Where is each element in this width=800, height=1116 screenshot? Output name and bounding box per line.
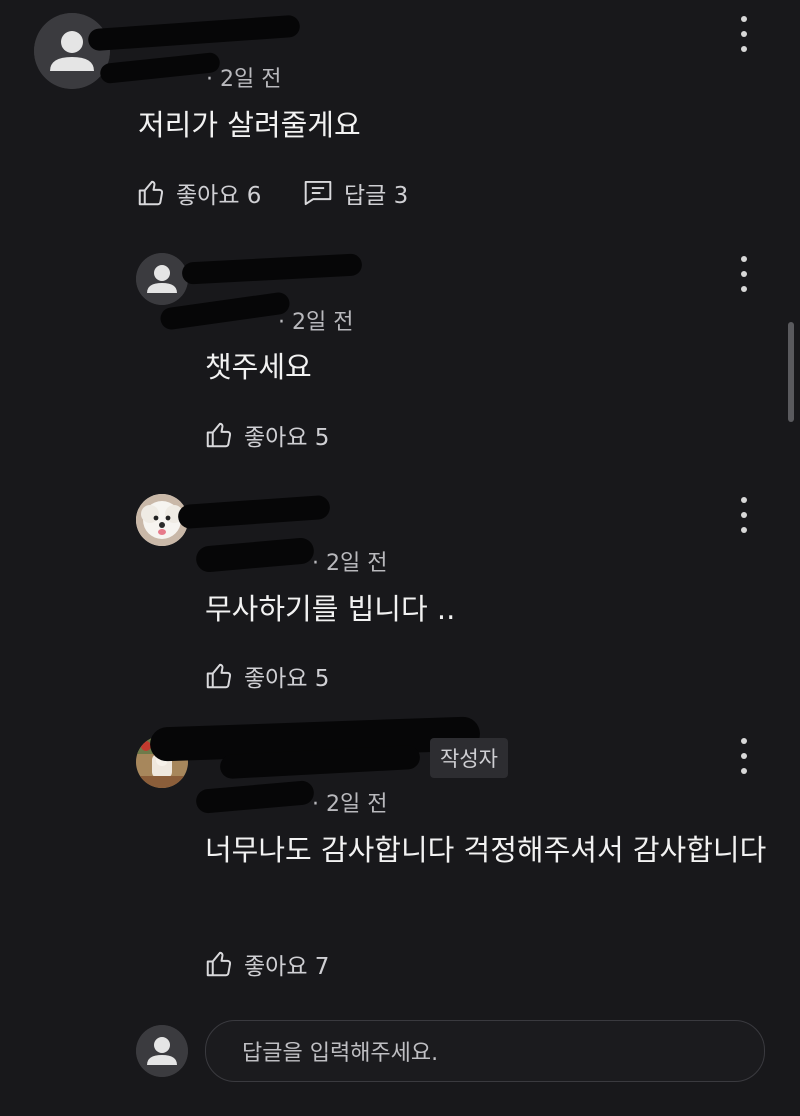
default-avatar-icon [34,13,110,89]
reply-more-button[interactable] [734,256,754,292]
thumbs-up-icon [206,422,232,448]
author-badge: 작성자 [430,738,508,778]
reply-text: 챗주세요 [205,350,312,384]
thumbs-up-icon [206,663,232,689]
reply-input[interactable]: 답글을 입력해주세요. [205,1020,765,1082]
comment-like-button[interactable]: 좋아요 6 [136,176,261,210]
reply-input-placeholder: 답글을 입력해주세요. [242,1041,439,1066]
more-vertical-icon [741,497,747,503]
redaction-mark [181,253,363,285]
comment-more-button[interactable] [734,16,754,52]
reply-like-label: 좋아요 7 [244,954,330,980]
redaction-mark [99,51,221,85]
reply-like-label: 좋아요 5 [244,425,330,451]
comment-time: · 2일 전 [206,67,282,92]
default-avatar-icon [136,253,188,305]
scrollbar-thumb[interactable] [788,322,794,422]
comment-reply-button[interactable]: 답글 3 [302,176,408,210]
reply-like-button[interactable]: 좋아요 5 [204,418,329,452]
comment-text: 저리가 살려줄게요 [138,108,361,142]
reply-icon [304,180,332,206]
redaction-mark [195,536,315,574]
comment-avatar[interactable] [34,13,110,89]
redaction-mark [87,14,301,52]
reply-time: · 2일 전 [312,551,388,576]
reply-more-button[interactable] [734,738,754,774]
reply-time: · 2일 전 [312,792,388,817]
redaction-mark [195,779,315,815]
reply-more-button[interactable] [734,497,754,533]
reply-like-label: 좋아요 5 [244,666,330,692]
thumbs-up-icon [206,951,232,977]
more-vertical-icon [741,738,747,744]
reply-text: 무사하기를 빕니다 .. [205,592,456,626]
reply-text: 너무나도 감사합니다 걱정해주셔서 감사합니다 [205,833,767,867]
reply-avatar[interactable] [136,253,188,305]
comment-reply-label: 답글 3 [344,183,409,209]
comment-like-label: 좋아요 6 [176,183,262,209]
redaction-mark [177,494,331,530]
current-user-avatar [136,1025,188,1077]
reply-time: · 2일 전 [278,310,354,335]
default-avatar-icon [136,1025,188,1077]
more-vertical-icon [741,256,747,262]
more-vertical-icon [741,16,747,22]
reply-like-button[interactable]: 좋아요 5 [204,659,329,693]
thumbs-up-icon [138,180,164,206]
reply-like-button[interactable]: 좋아요 7 [204,947,329,981]
